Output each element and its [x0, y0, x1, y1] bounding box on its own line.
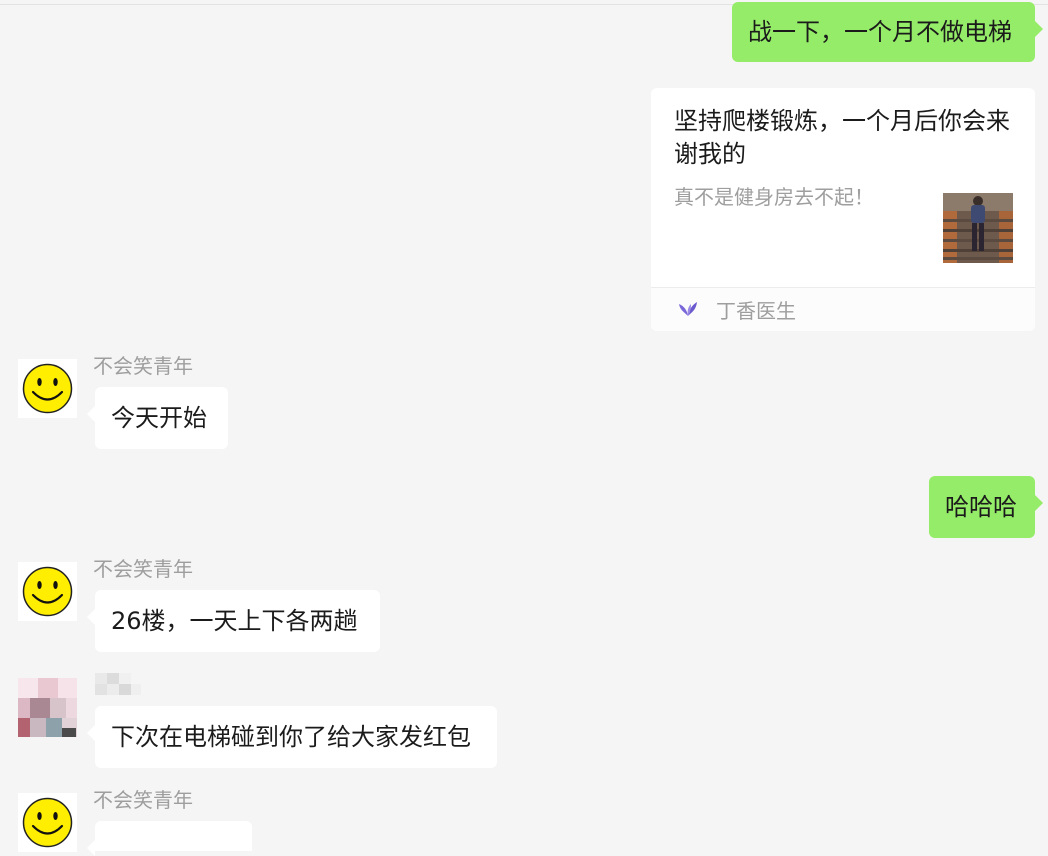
message-text: 战一下，一个月不做电梯 [748, 18, 1012, 46]
sender-name: 不会笑青年 [93, 557, 193, 581]
message-bubble-other[interactable]: 今天开始 [87, 387, 228, 449]
message-text: 今天开始 [111, 404, 207, 432]
card-description: 真不是健身房去不起！ [674, 185, 874, 209]
card-source-name: 丁香医生 [716, 299, 796, 323]
message-bubble-other[interactable] [87, 821, 252, 856]
blurred-sender-name [95, 673, 145, 695]
message-text: 26楼，一天上下各两趟 [111, 607, 358, 635]
message-bubble-self[interactable]: 哈哈哈 [929, 476, 1043, 538]
smiley-icon[interactable] [18, 793, 77, 852]
link-card[interactable]: 坚持爬楼锻炼，一个月后你会来谢我的 真不是健身房去不起！ 丁香医生 [651, 88, 1035, 331]
dxy-icon [676, 296, 700, 320]
message-bubble-other[interactable]: 26楼，一天上下各两趟 [87, 590, 380, 652]
card-title: 坚持爬楼锻炼，一个月后你会来谢我的 [674, 107, 1010, 168]
message-text: 哈哈哈 [945, 493, 1017, 521]
blurred-avatar[interactable] [18, 678, 77, 737]
card-footer [651, 288, 1035, 331]
card-thumbnail-image [943, 193, 1013, 263]
message-text: 下次在电梯碰到你了给大家发红包 [111, 723, 471, 751]
smiley-icon[interactable] [18, 562, 77, 621]
smiley-icon[interactable] [18, 359, 77, 418]
sender-name: 不会笑青年 [93, 788, 193, 812]
message-bubble-other[interactable]: 下次在电梯碰到你了给大家发红包 [87, 706, 497, 768]
message-bubble-self[interactable]: 战一下，一个月不做电梯 [732, 2, 1043, 62]
sender-name: 不会笑青年 [93, 354, 193, 378]
